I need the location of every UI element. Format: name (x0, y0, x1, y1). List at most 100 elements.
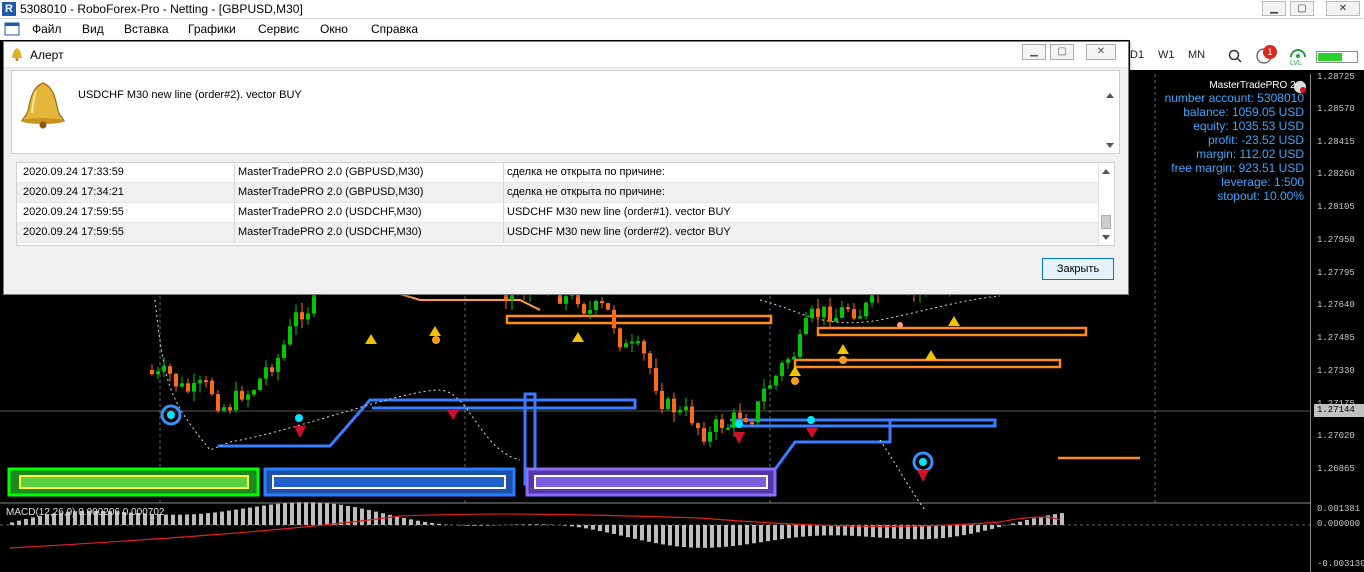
resistance-zone (505, 314, 773, 325)
macd-bar (577, 525, 581, 528)
macd-bar (24, 518, 28, 525)
macd-bar (367, 510, 371, 525)
price-label: 1.27485 (1317, 333, 1355, 343)
candle (642, 341, 646, 354)
log-source: MasterTradePRO 2.0 (USDCHF,M30) (238, 226, 422, 238)
down-arrow-icon (806, 428, 818, 438)
price-label: 1.28415 (1317, 137, 1355, 147)
table-row[interactable]: 2020.09.24 17:34:21 MasterTradePRO 2.0 (… (17, 183, 1099, 203)
macd-bar (682, 525, 686, 548)
neutral-zone-inner (272, 475, 506, 489)
log-source: MasterTradePRO 2.0 (USDCHF,M30) (238, 206, 422, 218)
dialog-minimize-button[interactable]: ▁ (1022, 44, 1046, 60)
dialog-maximize-button[interactable]: ▢ (1050, 44, 1074, 60)
column-divider (503, 163, 504, 183)
signal-marker (919, 458, 927, 466)
log-text: сделка не открыта по причине: (507, 186, 665, 198)
candle (582, 304, 586, 314)
candle (276, 358, 280, 372)
info-balance: balance: 1059.05 USD (1183, 105, 1304, 119)
macd-bar (696, 525, 700, 548)
macd-bar (787, 525, 791, 539)
candle (270, 367, 274, 372)
macd-bar (360, 508, 364, 525)
timeframe-mn[interactable]: MN (1188, 49, 1205, 61)
macd-bar (731, 525, 735, 547)
menu-file[interactable]: Файл (32, 22, 62, 36)
minimize-button[interactable]: ▁ (1262, 1, 1286, 16)
macd-bar (31, 517, 35, 525)
menu-view[interactable]: Вид (82, 22, 104, 36)
signal-dot (897, 322, 903, 328)
close-window-button[interactable]: ✕ (1326, 1, 1360, 16)
macd-bar (997, 525, 1001, 528)
macd-bar (192, 514, 196, 525)
macd-bar (570, 525, 574, 527)
candle (282, 344, 286, 359)
macd-bar (213, 512, 217, 525)
up-arrow-icon (365, 334, 377, 344)
candle (240, 390, 244, 400)
candle (834, 317, 838, 322)
table-row[interactable]: 2020.09.24 17:59:55 MasterTradePRO 2.0 (… (17, 223, 1099, 243)
log-text: сделка не открыта по причине: (507, 166, 665, 178)
document-icon[interactable] (4, 22, 20, 36)
candle (264, 367, 268, 379)
macd-axis-label: 0.001381 (1317, 504, 1361, 514)
macd-bar (339, 504, 343, 525)
candle (714, 419, 718, 432)
macd-bar (416, 520, 420, 525)
scroll-up-icon[interactable] (1106, 93, 1114, 98)
scroll-down-icon[interactable] (1102, 235, 1110, 240)
macd-bar (850, 525, 854, 536)
candle (864, 302, 868, 317)
down-arrow-icon (917, 470, 929, 482)
log-scrollbar[interactable] (1098, 163, 1113, 245)
menu-help[interactable]: Справка (371, 22, 418, 36)
maximize-button[interactable]: ▢ (1290, 1, 1314, 16)
macd-bar (1011, 523, 1015, 525)
candle (216, 394, 220, 411)
macd-bar (759, 525, 763, 543)
table-row[interactable]: 2020.09.24 17:59:55 MasterTradePRO 2.0 (… (17, 203, 1099, 223)
search-icon[interactable] (1228, 49, 1242, 68)
macd-bar (178, 514, 182, 525)
up-arrow-icon (429, 326, 441, 336)
candle (594, 301, 598, 310)
macd-bar (703, 525, 707, 548)
price-label: 1.26865 (1317, 464, 1355, 474)
macd-bar (10, 522, 14, 525)
macd-bar (1018, 521, 1022, 525)
down-arrow-icon (733, 432, 745, 444)
candle (294, 312, 298, 327)
menu-window[interactable]: Окно (320, 22, 348, 36)
macd-bar (990, 525, 994, 529)
column-divider (503, 183, 504, 203)
close-button[interactable]: Закрыть (1042, 258, 1114, 280)
scroll-up-icon[interactable] (1102, 169, 1110, 174)
candle (756, 401, 760, 423)
macd-bar (241, 508, 245, 525)
timeframe-w1[interactable]: W1 (1158, 49, 1175, 61)
message-scrollbar[interactable] (1103, 71, 1118, 153)
candle (180, 383, 184, 387)
dialog-title-bar[interactable]: Алерт ▁ ▢ ✕ (4, 42, 1128, 68)
macd-bar (423, 521, 427, 525)
timeframe-d1[interactable]: D1 (1130, 49, 1144, 61)
signal-dot (807, 416, 815, 424)
account-info-panel: MasterTradePRO 2.0 number account: 53080… (1165, 80, 1304, 203)
dialog-close-x-button[interactable]: ✕ (1086, 44, 1116, 60)
candle (150, 370, 154, 375)
menu-insert[interactable]: Вставка (124, 22, 169, 36)
scroll-thumb[interactable] (1101, 215, 1111, 229)
macd-bar (654, 525, 658, 544)
info-account: number account: 5308010 (1164, 91, 1304, 105)
menu-charts[interactable]: Графики (188, 22, 236, 36)
log-time: 2020.09.24 17:59:55 (23, 206, 124, 218)
macd-bar (598, 525, 602, 531)
table-row[interactable]: 2020.09.24 17:33:59 MasterTradePRO 2.0 (… (17, 163, 1099, 183)
macd-bar (325, 503, 329, 525)
menu-tools[interactable]: Сервис (258, 22, 299, 36)
scroll-down-icon[interactable] (1106, 143, 1114, 148)
log-time: 2020.09.24 17:34:21 (23, 186, 124, 198)
